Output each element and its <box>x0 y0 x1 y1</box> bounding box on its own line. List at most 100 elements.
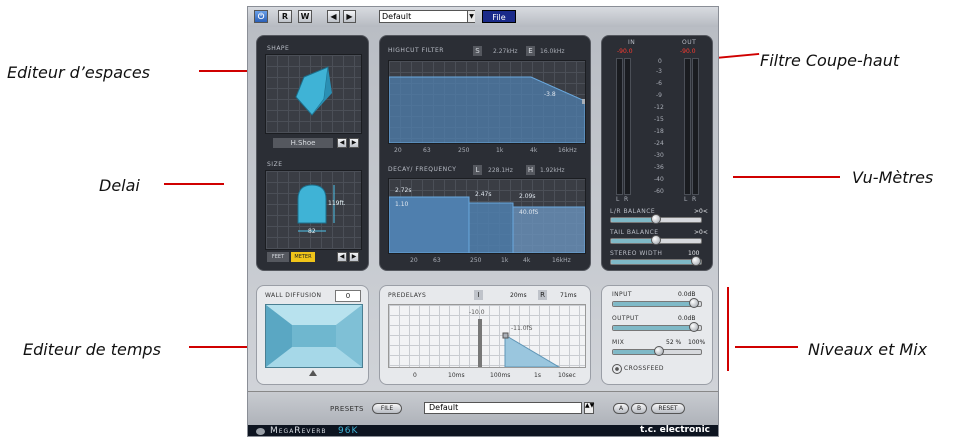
meter-tick: -36 <box>654 164 664 171</box>
axis-tick: 250 <box>458 147 470 154</box>
read-button[interactable]: R <box>278 10 292 23</box>
write-button[interactable]: W <box>298 10 312 23</box>
predelays-label: PREDELAYS <box>388 292 427 299</box>
slider-knob[interactable] <box>691 256 701 266</box>
slider-knob[interactable] <box>651 214 661 224</box>
meter-button[interactable]: METER <box>291 252 315 262</box>
in-meter-l <box>616 58 623 195</box>
size-width-value: 82 <box>308 228 316 235</box>
predelay-graph[interactable]: -10.0 -11.0fS <box>388 304 586 368</box>
filter-decay-panel: HIGHCUT FILTER S 2.27kHz E 16.0kHz -3.8 … <box>379 35 591 271</box>
presets-bar: PRESETS FILE Default ▲▼ A B RESET <box>248 391 718 426</box>
tail-balance-label: TAIL BALANCE <box>610 229 659 236</box>
meter-tick: 0 <box>658 58 662 65</box>
time-tick: 1s <box>534 372 541 379</box>
shape-next-button[interactable]: ▶ <box>349 138 359 148</box>
slider-fill <box>611 239 656 243</box>
lr-balance-slider[interactable] <box>610 214 702 224</box>
preset-select[interactable]: Default <box>379 10 475 23</box>
channel-label: R <box>692 196 697 203</box>
shape-display[interactable] <box>265 54 362 134</box>
next-preset-button[interactable]: ▶ <box>343 10 356 23</box>
decay-band-low: 2.72s <box>395 187 412 194</box>
axis-tick: 16kHz <box>558 147 577 154</box>
highcut-start-value: 2.27kHz <box>493 48 518 55</box>
chevron-updown-icon[interactable]: ▲▼ <box>584 402 594 414</box>
annotation-line-delay <box>164 183 224 185</box>
highcut-s-label: S <box>473 46 482 56</box>
slider-knob[interactable] <box>653 346 664 356</box>
predelay-envelope <box>478 319 560 367</box>
meters-panel: IN OUT -90.0 -90.0 0 -3 -6 -9 -12 -15 -1… <box>601 35 713 271</box>
highcut-graph[interactable]: -3.8 <box>388 60 586 144</box>
decay-band-mid: 2.47s <box>475 191 492 198</box>
out-meter-l <box>684 58 691 195</box>
power-button[interactable]: ⏻ <box>254 10 268 23</box>
slider-knob[interactable] <box>688 298 699 308</box>
annotation-time-editor: Editeur de temps <box>23 340 161 359</box>
shape-size-panel: SHAPE H.Shoe ◀ ▶ SIZE 119ft. 82 FEET MET… <box>256 35 369 271</box>
slider-fill <box>611 260 701 264</box>
decay-band-high-inner: 40.0fS <box>519 209 539 216</box>
time-tick: 100ms <box>490 372 511 379</box>
meter-tick: -18 <box>654 128 664 135</box>
predelay-i-value: 20ms <box>510 292 527 299</box>
crossfeed-label: CROSSFEED <box>624 365 664 372</box>
highcut-end-value: 16.0kHz <box>540 48 565 55</box>
predelay-r-value: 71ms <box>560 292 577 299</box>
wall-diffusion-value: 0 <box>335 290 361 302</box>
output-slider[interactable] <box>612 322 702 332</box>
annotation-shape-editor: Editeur d’espaces <box>7 63 150 82</box>
main-area: SHAPE H.Shoe ◀ ▶ SIZE 119ft. 82 FEET MET… <box>248 27 718 391</box>
meter-tick: -60 <box>654 188 664 195</box>
b-button[interactable]: B <box>631 403 647 414</box>
axis-tick: 4k <box>523 257 531 264</box>
size-label: SIZE <box>267 161 283 168</box>
annotation-bracket-levels <box>727 287 729 371</box>
slider-fill <box>613 350 659 354</box>
a-button[interactable]: A <box>613 403 629 414</box>
presets-label: PRESETS <box>330 405 364 413</box>
slider-knob[interactable] <box>651 235 661 245</box>
meter-tick: -24 <box>654 140 664 147</box>
reset-button[interactable]: RESET <box>651 403 685 414</box>
tc-logo-icon <box>256 428 265 435</box>
decay-graph[interactable]: 2.72s 2.47s 2.09s 1.10 40.0fS <box>388 178 586 254</box>
crossfeed-toggle[interactable] <box>612 364 622 374</box>
shape-prev-button[interactable]: ◀ <box>337 138 347 148</box>
size-height-value: 119ft. <box>328 200 346 207</box>
annotation-vu-meters: Vu-Mètres <box>852 168 934 187</box>
highcut-curve-value: -3.8 <box>544 91 556 98</box>
mix-slider[interactable] <box>612 346 702 356</box>
wall-diffusion-display[interactable] <box>265 304 363 368</box>
highcut-curve <box>389 76 585 143</box>
tail-balance-slider[interactable] <box>610 235 702 245</box>
file-button[interactable]: File <box>482 10 516 23</box>
input-slider[interactable] <box>612 298 702 308</box>
highcut-label: HIGHCUT FILTER <box>388 47 444 54</box>
meter-tick: -3 <box>656 68 662 75</box>
bottom-preset-select[interactable]: Default <box>424 402 582 414</box>
axis-tick: 63 <box>423 147 431 154</box>
slider-knob[interactable] <box>688 322 699 332</box>
prev-preset-button[interactable]: ◀ <box>327 10 340 23</box>
feet-button[interactable]: FEET <box>267 252 289 262</box>
size-next-button[interactable]: ▶ <box>349 252 359 262</box>
in-meter-r <box>624 58 631 195</box>
meter-tick: -40 <box>654 176 664 183</box>
chevron-down-icon[interactable]: ▼ <box>467 11 475 22</box>
stereo-width-slider[interactable] <box>610 256 702 266</box>
axis-tick: 1k <box>501 257 509 264</box>
wall-diffusion-marker[interactable] <box>309 370 317 376</box>
decay-l-label: L <box>473 165 482 175</box>
stereo-width-label: STEREO WIDTH <box>610 250 663 257</box>
meter-tick: -12 <box>654 104 664 111</box>
predelay-i-label: I <box>474 290 483 300</box>
megareverb-plugin-window: ⏻ R W ◀ ▶ Default ▼ File SHAPE H.Shoe ◀ … <box>247 6 719 437</box>
levels-panel: INPUT 0.0dB OUTPUT 0.0dB MIX 52 % 100% C… <box>601 285 713 385</box>
size-prev-button[interactable]: ◀ <box>337 252 347 262</box>
decay-band-low-inner: 1.10 <box>395 201 409 208</box>
size-display[interactable]: 119ft. 82 <box>265 170 362 250</box>
file-pill-button[interactable]: FILE <box>372 403 402 414</box>
slider-fill <box>611 218 656 222</box>
